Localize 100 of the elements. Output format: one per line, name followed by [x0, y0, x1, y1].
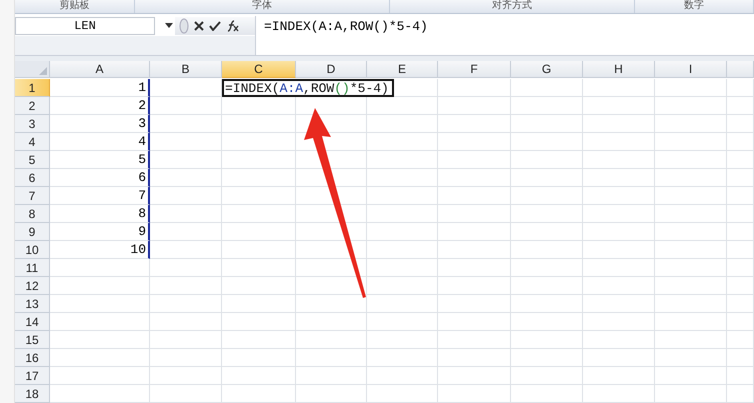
- spreadsheet-cell: [655, 133, 727, 151]
- column-header[interactable]: F: [438, 61, 511, 78]
- spreadsheet-cell: [727, 97, 754, 115]
- spreadsheet-cell: [367, 367, 438, 385]
- spreadsheet-cell: [655, 79, 727, 97]
- spreadsheet-cell: [367, 115, 438, 133]
- spreadsheet-cell: [655, 97, 727, 115]
- cancel-button[interactable]: [194, 20, 204, 31]
- spreadsheet-cell: [367, 349, 438, 367]
- corner-triangle-icon: [39, 67, 47, 75]
- spreadsheet-cell: [367, 331, 438, 349]
- spreadsheet-cell: [296, 385, 367, 403]
- spreadsheet-cell: [367, 151, 438, 169]
- spreadsheet-cell: [511, 349, 583, 367]
- spreadsheet-cell: [583, 331, 655, 349]
- spreadsheet-cell: [583, 295, 655, 313]
- spreadsheet-cell: [296, 349, 367, 367]
- spreadsheet-cell: [150, 241, 222, 259]
- row-header[interactable]: 12: [15, 277, 50, 295]
- row-header[interactable]: 17: [15, 367, 50, 385]
- spreadsheet-cell: [727, 115, 754, 133]
- spreadsheet-cell: [583, 385, 655, 403]
- row-header[interactable]: 13: [15, 295, 50, 313]
- row-header[interactable]: 1: [15, 79, 50, 97]
- spreadsheet-cell: [583, 241, 655, 259]
- row-header[interactable]: 8: [15, 205, 50, 223]
- column-header[interactable]: B: [150, 61, 222, 78]
- spreadsheet-cell: [367, 385, 438, 403]
- spreadsheet-cell: [511, 133, 583, 151]
- row-header[interactable]: 6: [15, 169, 50, 187]
- spreadsheet-cell: [367, 259, 438, 277]
- spreadsheet-cell: [727, 223, 754, 241]
- spreadsheet-cell: [727, 277, 754, 295]
- row-header[interactable]: 2: [15, 97, 50, 115]
- spreadsheet-cell: 7: [50, 187, 150, 205]
- spreadsheet-cell: [511, 223, 583, 241]
- spreadsheet-cell: [367, 241, 438, 259]
- spreadsheet-cell: [150, 133, 222, 151]
- enter-button[interactable]: [209, 20, 221, 31]
- spreadsheet-cell: [583, 169, 655, 187]
- column-header[interactable]: D: [296, 61, 367, 78]
- spreadsheet-cell: [583, 277, 655, 295]
- column-header[interactable]: A: [50, 61, 150, 78]
- row-header[interactable]: 16: [15, 349, 50, 367]
- spreadsheet-cell: 10: [50, 241, 150, 259]
- spreadsheet-cell: [583, 349, 655, 367]
- spreadsheet-cell: [727, 331, 754, 349]
- spreadsheet-cell: [727, 349, 754, 367]
- spreadsheet-cell: [367, 295, 438, 313]
- row-header[interactable]: 9: [15, 223, 50, 241]
- row-header[interactable]: 10: [15, 241, 50, 259]
- column-header[interactable]: I: [655, 61, 727, 78]
- column-header[interactable]: C: [222, 61, 296, 78]
- row-header[interactable]: 11: [15, 259, 50, 277]
- spreadsheet-cell: [511, 241, 583, 259]
- spreadsheet-cell: [583, 79, 655, 97]
- row-header[interactable]: 4: [15, 133, 50, 151]
- spreadsheet-cell: [511, 385, 583, 403]
- cell-formula-editor[interactable]: =INDEX(A:A,ROW()*5-4): [222, 79, 394, 97]
- column-header[interactable]: H: [583, 61, 655, 78]
- spreadsheet-cell: 5: [50, 151, 150, 169]
- spreadsheet-cell: [727, 133, 754, 151]
- spreadsheet-cell: [655, 295, 727, 313]
- spreadsheet-cell: [511, 295, 583, 313]
- spreadsheet-cell: [367, 169, 438, 187]
- spreadsheet-cell: [367, 133, 438, 151]
- row-header[interactable]: 5: [15, 151, 50, 169]
- insert-function-button[interactable]: [226, 20, 240, 32]
- column-header[interactable]: E: [367, 61, 438, 78]
- spreadsheet-cell: [655, 385, 727, 403]
- column-header[interactable]: G: [511, 61, 583, 78]
- row-header[interactable]: 18: [15, 385, 50, 403]
- spreadsheet-cell: [511, 313, 583, 331]
- spreadsheet-cell: [150, 259, 222, 277]
- spreadsheet-cell: [583, 97, 655, 115]
- row-header[interactable]: 7: [15, 187, 50, 205]
- spreadsheet-cell: [150, 295, 222, 313]
- spreadsheet-cell: 8: [50, 205, 150, 223]
- spreadsheet-cell: [367, 277, 438, 295]
- spreadsheet-cell: [655, 223, 727, 241]
- spreadsheet-cell: [150, 313, 222, 331]
- spreadsheet-cell: [583, 205, 655, 223]
- spreadsheet-cell: [150, 277, 222, 295]
- spreadsheet-cell: [367, 223, 438, 241]
- spreadsheet-cell: [150, 385, 222, 403]
- name-box[interactable]: LEN: [15, 16, 155, 35]
- row-header[interactable]: 15: [15, 331, 50, 349]
- spreadsheet-cell: [150, 169, 222, 187]
- spreadsheet-cell: [655, 241, 727, 259]
- spreadsheet-cell: [655, 169, 727, 187]
- spreadsheet-cell: [511, 367, 583, 385]
- spreadsheet-cell: [727, 169, 754, 187]
- spreadsheet-cell: [583, 187, 655, 205]
- spreadsheet-cell: [511, 331, 583, 349]
- spreadsheet-cell: [655, 151, 727, 169]
- row-header[interactable]: 3: [15, 115, 50, 133]
- row-header[interactable]: 14: [15, 313, 50, 331]
- spreadsheet-cell: 4: [50, 133, 150, 151]
- spreadsheet-cell: [511, 277, 583, 295]
- spreadsheet-cell: [727, 259, 754, 277]
